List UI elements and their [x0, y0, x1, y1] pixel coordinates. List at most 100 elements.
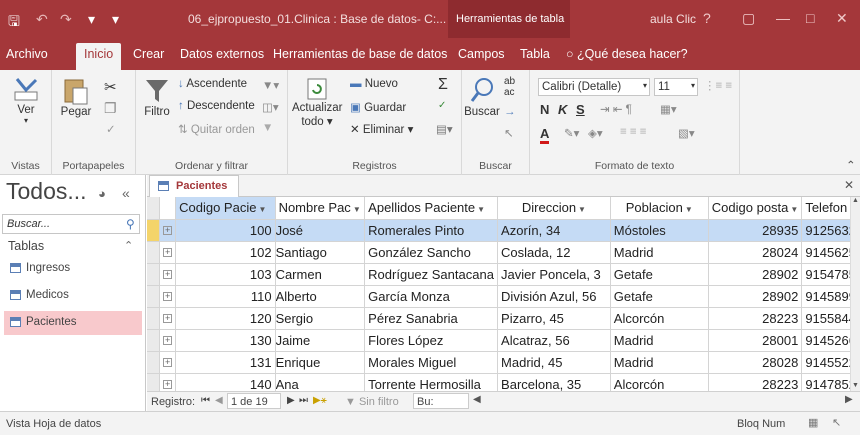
tell-me-box[interactable]: ○ ¿Qué desea hacer?: [566, 47, 688, 61]
expand-subdatasheet-icon[interactable]: +: [159, 373, 177, 391]
nav-collapse-icon[interactable]: «: [122, 185, 130, 201]
expand-subdatasheet-icon[interactable]: +: [159, 219, 177, 242]
scroll-down-icon[interactable]: ▼: [852, 382, 859, 389]
advanced-filter-icon[interactable]: ◫▾: [262, 100, 279, 114]
tab-tabla[interactable]: Tabla: [520, 47, 550, 61]
row-selector[interactable]: [147, 373, 161, 391]
scroll-up-icon[interactable]: ▲: [852, 197, 859, 204]
cell-codigo[interactable]: 100: [175, 219, 276, 242]
maximize-icon[interactable]: □: [806, 10, 814, 26]
close-document-icon[interactable]: ✕: [844, 178, 854, 192]
cell-direccion[interactable]: Javier Poncela, 3: [497, 263, 611, 286]
actualizar-button[interactable]: Actualizar todo ▾: [292, 76, 343, 128]
nav-item-pacientes[interactable]: Pacientes: [4, 311, 142, 335]
cell-direccion[interactable]: Alcatraz, 56: [497, 329, 611, 352]
first-record-icon[interactable]: ⏮: [201, 395, 210, 406]
category-collapse-icon[interactable]: ⌃: [124, 239, 133, 252]
tab-campos[interactable]: Campos: [458, 47, 505, 61]
customize-icon[interactable]: ▾: [88, 11, 95, 28]
table-row[interactable]: +131 Enrique Morales Miguel Madrid, 45 Madri…: [147, 351, 860, 374]
row-selector[interactable]: [147, 263, 161, 286]
cell-nombre[interactable]: Enrique: [275, 351, 366, 374]
cell-poblacion[interactable]: Alcorcón: [610, 307, 709, 330]
sort-desc-button[interactable]: ↑ Descendente: [178, 100, 255, 112]
cell-apellidos[interactable]: Torrente Hermosilla: [364, 373, 499, 391]
row-selector[interactable]: [147, 219, 161, 242]
totals-icon[interactable]: Σ: [438, 76, 448, 94]
nuevo-button[interactable]: ▬ Nuevo: [350, 78, 398, 90]
row-selector[interactable]: [147, 351, 161, 374]
nav-item-ingresos[interactable]: Ingresos: [4, 257, 142, 281]
new-record-nav-icon[interactable]: ▶⚹: [313, 395, 327, 406]
close-icon[interactable]: ✕: [836, 10, 848, 27]
expand-subdatasheet-icon[interactable]: +: [159, 351, 177, 374]
cell-poblacion[interactable]: Getafe: [610, 263, 709, 286]
sort-asc-button[interactable]: ↓ Ascendente: [178, 78, 247, 90]
nav-search-icon[interactable]: ⚲: [126, 217, 135, 231]
table-row[interactable]: +100 José Romerales Pinto Azorín, 34 Móstole…: [147, 219, 860, 242]
row-selector[interactable]: [147, 241, 161, 264]
bold-button[interactable]: N: [540, 102, 549, 117]
row-selector[interactable]: [147, 329, 161, 352]
cell-direccion[interactable]: Coslada, 12: [497, 241, 611, 264]
font-name-select[interactable]: Calibri (Detalle) ▾: [538, 78, 650, 96]
design-view-button-icon[interactable]: ↖: [832, 416, 841, 429]
indent-icons[interactable]: ⇥ ⇤ ¶: [600, 102, 632, 116]
filter-status[interactable]: ▼ Sin filtro: [345, 396, 399, 408]
row-selector[interactable]: [147, 307, 161, 330]
guardar-button[interactable]: ▣ Guardar: [350, 100, 406, 114]
cell-codigo[interactable]: 131: [175, 351, 276, 374]
font-size-select[interactable]: 11 ▾: [654, 78, 698, 96]
table-row[interactable]: +102 Santiago González Sancho Coslada, 12 Ma…: [147, 241, 860, 264]
ver-button[interactable]: Ver ▾: [6, 76, 46, 125]
previous-record-icon[interactable]: ◀: [215, 395, 223, 406]
cell-apellidos[interactable]: Pérez Sanabria: [364, 307, 499, 330]
datasheet-view-button-icon[interactable]: ▦: [808, 416, 818, 429]
cell-direccion[interactable]: Madrid, 45: [497, 351, 611, 374]
tab-archivo[interactable]: Archivo: [6, 47, 48, 61]
cell-codigo[interactable]: 110: [175, 285, 276, 308]
cell-codigo-postal[interactable]: 28024: [708, 241, 803, 264]
buscar-button[interactable]: Buscar: [464, 76, 500, 118]
scroll-right-icon[interactable]: ▶: [845, 394, 853, 405]
replace-icon[interactable]: ab ac: [504, 76, 515, 98]
cell-poblacion[interactable]: Madrid: [610, 351, 709, 374]
tab-crear[interactable]: Crear: [133, 47, 164, 61]
cell-direccion[interactable]: Barcelona, 35: [497, 373, 611, 391]
cell-codigo[interactable]: 102: [175, 241, 276, 264]
remove-sort-button[interactable]: ⇅ Quitar orden: [178, 122, 255, 136]
cell-apellidos[interactable]: Flores López: [364, 329, 499, 352]
nav-category-tablas[interactable]: Tablas: [8, 239, 44, 253]
cell-nombre[interactable]: José: [275, 219, 366, 242]
italic-button[interactable]: K: [558, 102, 567, 117]
tab-datos-externos[interactable]: Datos externos: [180, 47, 264, 61]
selection-filter-icon[interactable]: ▼▾: [262, 78, 279, 92]
select-all-corner[interactable]: [147, 197, 161, 220]
copy-icon[interactable]: ❐: [104, 100, 117, 117]
cell-nombre[interactable]: Ana: [275, 373, 366, 391]
column-header-poblacion[interactable]: Poblacion ▼: [610, 197, 709, 220]
cut-icon[interactable]: ✂: [104, 78, 117, 96]
column-header-direccion[interactable]: Direccion ▼: [497, 197, 611, 220]
goto-icon[interactable]: →: [504, 106, 516, 118]
cell-poblacion[interactable]: Alcorcón: [610, 373, 709, 391]
align-icons[interactable]: ≡ ≡ ≡: [620, 126, 647, 138]
cell-codigo-postal[interactable]: 28223: [708, 373, 803, 391]
expand-subdatasheet-icon[interactable]: +: [159, 285, 177, 308]
cell-direccion[interactable]: Pizarro, 45: [497, 307, 611, 330]
highlight-icon[interactable]: ✎▾: [564, 126, 579, 140]
table-row[interactable]: +120 Sergio Pérez Sanabria Pizarro, 45 Alcor…: [147, 307, 860, 330]
gridlines-icon[interactable]: ▦▾: [660, 102, 677, 116]
cell-poblacion[interactable]: Madrid: [610, 329, 709, 352]
list-icons[interactable]: ⋮≡ ≡: [704, 78, 732, 92]
cell-codigo[interactable]: 140: [175, 373, 276, 391]
cell-codigo[interactable]: 130: [175, 329, 276, 352]
quick-access-dropdown-icon[interactable]: ▾: [112, 11, 119, 28]
scroll-left-icon[interactable]: ◀: [473, 394, 481, 405]
nav-item-medicos[interactable]: Medicos: [4, 284, 142, 308]
next-record-icon[interactable]: ▶: [287, 395, 295, 406]
cell-codigo-postal[interactable]: 28935: [708, 219, 803, 242]
toggle-filter-icon[interactable]: ▼: [262, 122, 273, 134]
cell-nombre[interactable]: Santiago: [275, 241, 366, 264]
select-icon[interactable]: ↖: [504, 126, 514, 140]
